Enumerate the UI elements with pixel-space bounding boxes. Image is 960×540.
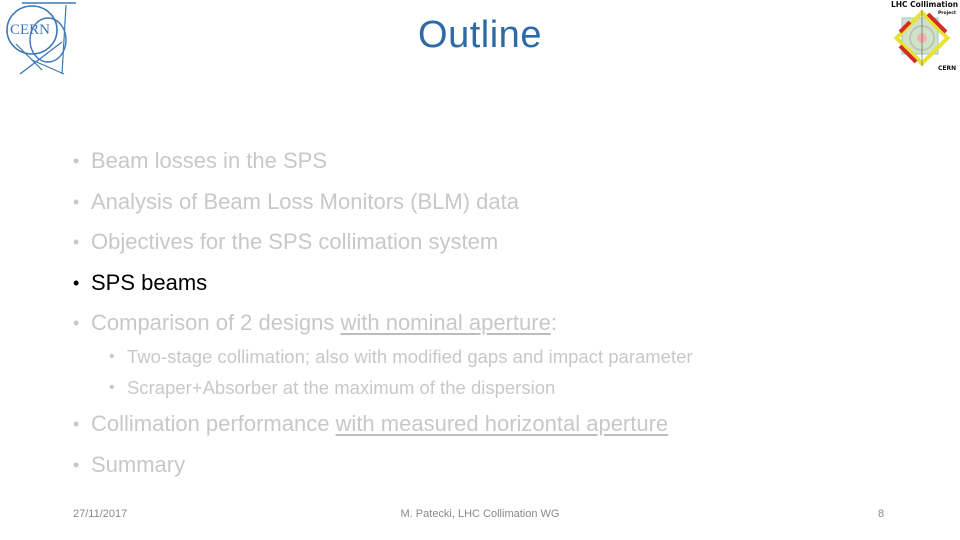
- bullet-icon: •: [73, 191, 80, 212]
- outline-item-text: Collimation performance: [91, 411, 336, 436]
- outline-item: • Comparison of 2 designs with nominal a…: [73, 305, 557, 346]
- outline-item-text-suffix: :: [550, 310, 557, 335]
- bullet-icon: •: [73, 151, 80, 171]
- outline-item-text: SPS beams: [91, 269, 208, 295]
- outline-item: • Collimation performance with measured …: [73, 406, 668, 447]
- bullet-icon: •: [73, 414, 80, 434]
- outline-list: • Beam losses in the SPS • Analysis of B…: [73, 143, 557, 346]
- outline-item: • Beam losses in the SPS: [73, 143, 557, 184]
- footer-author: M. Patecki, LHC Collimation WG: [400, 508, 560, 520]
- outline-sublist: • Two-stage collimation; also with modif…: [109, 342, 693, 403]
- slide-title: Outline: [418, 14, 542, 56]
- outline-list-continued: • Collimation performance with measured …: [73, 406, 668, 487]
- outline-subitem-text: Two-stage collimation; also with modifie…: [127, 346, 693, 367]
- bullet-icon: •: [73, 272, 80, 293]
- lhc-logo-title: LHC Collimation: [891, 0, 958, 9]
- outline-item-underlined-text: with measured horizontal aperture: [335, 411, 669, 436]
- outline-item-active: • SPS beams: [73, 265, 557, 306]
- bullet-icon: •: [109, 348, 115, 365]
- bullet-icon: •: [109, 378, 115, 396]
- outline-item: • Objectives for the SPS collimation sys…: [73, 224, 557, 265]
- outline-subitem: • Scraper+Absorber at the maximum of the…: [109, 373, 693, 404]
- outline-item-text: Beam losses in the SPS: [91, 148, 328, 173]
- slide: CERN LHC Collimation Project CERN Outlin…: [0, 0, 960, 540]
- outline-item-text: Summary: [91, 451, 186, 477]
- bullet-icon: •: [73, 232, 80, 252]
- outline-item: • Summary: [73, 447, 668, 488]
- footer-page-number: 8: [878, 508, 885, 520]
- outline-item-text: Objectives for the SPS collimation syste…: [91, 229, 499, 254]
- outline-item-text: Analysis of Beam Loss Monitors (BLM) dat…: [91, 188, 519, 214]
- outline-item: • Analysis of Beam Loss Monitors (BLM) d…: [73, 184, 557, 225]
- outline-subitem: • Two-stage collimation; also with modif…: [109, 342, 693, 373]
- lhc-logo-cern: CERN: [938, 65, 956, 72]
- outline-item-underlined-text: with nominal aperture: [340, 310, 551, 335]
- outline-subitem-text: Scraper+Absorber at the maximum of the d…: [127, 376, 556, 398]
- bullet-icon: •: [73, 313, 80, 333]
- bullet-icon: •: [73, 454, 80, 475]
- outline-item-text: Comparison of 2 designs: [91, 310, 341, 335]
